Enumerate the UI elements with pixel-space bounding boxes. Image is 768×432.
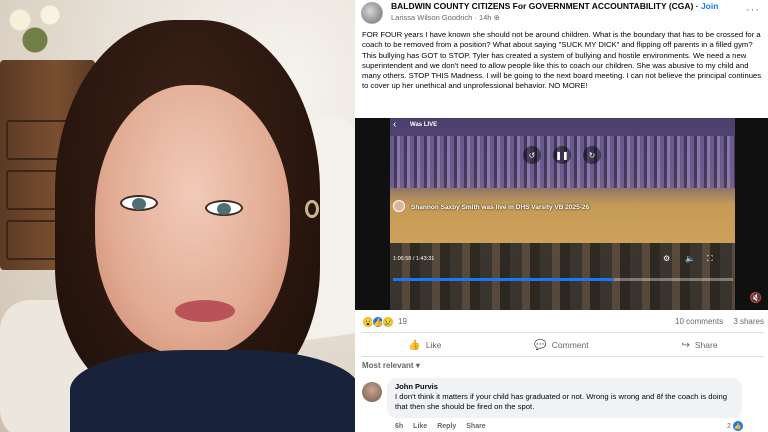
- pause-icon[interactable]: ❚❚: [553, 146, 571, 164]
- photo-eye: [120, 195, 158, 211]
- comment-author[interactable]: John Purvis: [395, 382, 734, 391]
- volume-icon[interactable]: 🔈: [685, 254, 695, 263]
- author-name[interactable]: Larissa Wilson Goodrich: [391, 13, 472, 22]
- post-time[interactable]: 14h: [479, 13, 492, 22]
- comment-share-button[interactable]: Share: [466, 423, 485, 430]
- photo-flowers: [0, 0, 80, 60]
- reaction-count[interactable]: 19: [398, 317, 407, 326]
- was-live-label: Was LIVE: [410, 122, 438, 128]
- facebook-post: BALDWIN COUNTY CITIZENS For GOVERNMENT A…: [355, 0, 768, 432]
- mute-icon[interactable]: 🔇: [750, 293, 762, 304]
- sad-icon: 😢: [382, 316, 394, 328]
- divider: [362, 356, 764, 357]
- share-icon: ↪: [681, 339, 690, 351]
- sort-dropdown[interactable]: Most relevant ▾: [362, 361, 420, 370]
- globe-icon: ⊕: [493, 13, 500, 22]
- video-progress[interactable]: [393, 278, 733, 281]
- thumbs-up-icon: 👍: [408, 339, 421, 351]
- group-name-line: BALDWIN COUNTY CITIZENS For GOVERNMENT A…: [391, 1, 719, 11]
- group-name[interactable]: BALDWIN COUNTY CITIZENS For GOVERNMENT A…: [391, 1, 693, 11]
- comment-avatar[interactable]: [362, 382, 382, 402]
- forward-icon[interactable]: ↻: [583, 146, 601, 164]
- comment-like-button[interactable]: Like: [413, 423, 427, 430]
- photo-lips: [175, 300, 235, 322]
- photo-eye: [205, 200, 243, 216]
- post-header: BALDWIN COUNTY CITIZENS For GOVERNMENT A…: [355, 0, 768, 26]
- video-player[interactable]: ‹ Was LIVE ↺ ❚❚ ↻ Shannon Saxby Smith wa…: [355, 118, 768, 310]
- join-button[interactable]: Join: [701, 1, 718, 11]
- post-stats: 10 comments 3 shares: [667, 317, 764, 326]
- post-text: FOR FOUR years I have known she should n…: [362, 30, 762, 91]
- comment-label: Comment: [551, 340, 589, 350]
- comment-bubble: John Purvis I don't think it matters if …: [387, 378, 742, 418]
- group-avatar[interactable]: [361, 2, 383, 24]
- photo-earring: [305, 200, 319, 218]
- live-avatar: [393, 200, 405, 212]
- video-crowd: [390, 243, 735, 310]
- photo-shirt: [70, 350, 355, 432]
- comment-text: I don't think it matters if your child h…: [395, 392, 728, 411]
- author-line: Larissa Wilson Goodrich · 14h ⊕: [391, 13, 500, 22]
- chevron-left-icon[interactable]: ‹: [393, 119, 396, 130]
- settings-icon[interactable]: ⚙: [663, 254, 670, 263]
- sort-label: Most relevant: [362, 361, 414, 370]
- chevron-down-icon: ▾: [415, 361, 420, 370]
- comment-icon: 💬: [534, 339, 547, 351]
- comment-time[interactable]: 6h: [395, 423, 403, 430]
- comment-meta: 6h Like Reply Share: [395, 423, 486, 430]
- more-horizontal-icon[interactable]: ···: [746, 4, 760, 16]
- comment-reaction-count[interactable]: 2 👍: [727, 421, 743, 431]
- like-button[interactable]: 👍 Like: [408, 336, 441, 354]
- share-label: Share: [694, 340, 718, 350]
- comment-count[interactable]: 10 comments: [675, 317, 723, 326]
- like-label: Like: [425, 340, 442, 350]
- share-button[interactable]: ↪ Share: [681, 336, 717, 354]
- comment-button[interactable]: 💬 Comment: [534, 336, 588, 354]
- reaction-emojis[interactable]: 😮 👍 😢: [362, 316, 394, 328]
- share-count[interactable]: 3 shares: [733, 317, 764, 326]
- like-icon: 👍: [732, 421, 743, 431]
- fullscreen-icon[interactable]: ⛶: [707, 254, 713, 264]
- video-time: 1:06:58 / 1:43:31: [393, 256, 435, 262]
- profile-photo: [0, 0, 355, 432]
- comment-reply-button[interactable]: Reply: [437, 423, 456, 430]
- comment-like-count: 2: [727, 422, 731, 430]
- reactions-row: 😮 👍 😢 19 10 comments 3 shares: [362, 316, 764, 330]
- video-progress-fill: [393, 278, 614, 281]
- divider: [362, 332, 764, 333]
- post-actions: 👍 Like 💬 Comment ↪ Share: [362, 336, 764, 354]
- rewind-icon[interactable]: ↺: [523, 146, 541, 164]
- live-caption: Shannon Saxby Smith was live in DHS Vars…: [411, 204, 590, 211]
